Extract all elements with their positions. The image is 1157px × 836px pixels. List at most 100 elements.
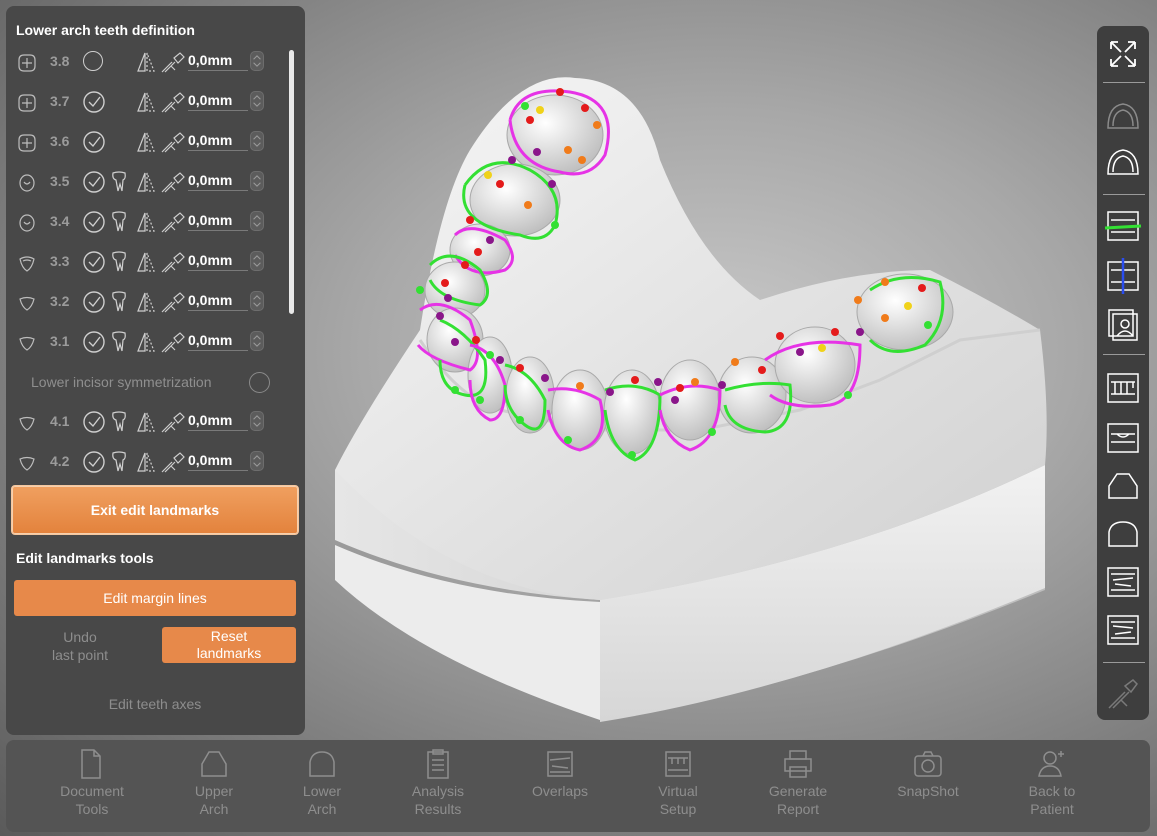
tooth-row[interactable]: 3.1 0,0mm: [6, 324, 286, 360]
offset-stepper[interactable]: [250, 171, 264, 191]
reset-label-line2: landmarks: [196, 645, 262, 661]
front-view-icon[interactable]: [1103, 368, 1143, 408]
offset-stepper[interactable]: [250, 331, 264, 351]
dental-tool-icon[interactable]: [160, 210, 186, 234]
check-circle-icon[interactable]: [83, 251, 105, 273]
tooth-root-icon[interactable]: [110, 170, 128, 194]
dental-tool-icon[interactable]: [160, 450, 186, 474]
tooth-offset-input[interactable]: 0,0mm: [188, 252, 248, 271]
offset-stepper[interactable]: [250, 51, 264, 71]
check-circle-icon[interactable]: [83, 291, 105, 313]
edit-teeth-axes-button[interactable]: Edit teeth axes: [6, 696, 304, 712]
check-circle-icon[interactable]: [83, 451, 105, 473]
mirror-icon[interactable]: [135, 130, 157, 154]
tooth-row[interactable]: 3.2 0,0mm: [6, 284, 286, 320]
tooth-number: 4.1: [50, 413, 70, 429]
exit-edit-landmarks-button[interactable]: Exit edit landmarks: [11, 485, 299, 535]
panel-scrollbar[interactable]: [289, 50, 294, 314]
check-circle-icon[interactable]: [83, 331, 105, 353]
undo-last-point-button[interactable]: Undo last point: [44, 628, 116, 664]
tooth-root-icon[interactable]: [110, 330, 128, 354]
mirror-icon[interactable]: [135, 290, 157, 314]
dental-tool-icon[interactable]: [160, 90, 186, 114]
lower-outline-icon[interactable]: [1103, 516, 1143, 556]
check-circle-icon[interactable]: [83, 411, 105, 433]
offset-stepper[interactable]: [250, 451, 264, 471]
midline-icon[interactable]: [1103, 256, 1143, 296]
dental-tool-icon[interactable]: [160, 130, 186, 154]
tooth-row[interactable]: 3.3 0,0mm: [6, 244, 286, 280]
reset-landmarks-button[interactable]: Reset landmarks: [162, 627, 296, 663]
offset-stepper[interactable]: [250, 291, 264, 311]
tooth-row[interactable]: 3.4 0,0mm: [6, 204, 286, 240]
tooth-offset-input[interactable]: 0,0mm: [188, 52, 248, 71]
tooth-root-icon[interactable]: [110, 210, 128, 234]
dental-tool-icon[interactable]: [160, 410, 186, 434]
upper-outline-icon[interactable]: [1103, 468, 1143, 508]
check-circle-icon[interactable]: [83, 211, 105, 233]
lower-arch-view-icon[interactable]: [1103, 142, 1143, 182]
tooth-row[interactable]: 3.6 0,0mm: [6, 124, 286, 160]
check-circle-icon[interactable]: [83, 171, 105, 193]
bottom-nav-item[interactable]: Generate Report: [743, 748, 853, 818]
tooth-offset-input[interactable]: 0,0mm: [188, 92, 248, 111]
mirror-icon[interactable]: [135, 170, 157, 194]
tooth-row[interactable]: 3.5 0,0mm: [6, 164, 286, 200]
edit-margin-lines-button[interactable]: Edit margin lines: [14, 580, 296, 616]
mirror-icon[interactable]: [135, 210, 157, 234]
offset-stepper[interactable]: [250, 131, 264, 151]
tooth-root-icon[interactable]: [110, 410, 128, 434]
mirror-icon[interactable]: [135, 330, 157, 354]
mirror-icon[interactable]: [135, 410, 157, 434]
tooth-offset-input[interactable]: 0,0mm: [188, 452, 248, 471]
bottom-nav-item[interactable]: Analysis Results: [383, 748, 493, 818]
tooth-offset-input[interactable]: 0,0mm: [188, 292, 248, 311]
empty-circle-icon[interactable]: [83, 51, 103, 71]
photos-icon[interactable]: [1103, 304, 1143, 344]
tooth-offset-input[interactable]: 0,0mm: [188, 172, 248, 191]
bottom-nav-item[interactable]: Document Tools: [37, 748, 147, 818]
mirror-icon[interactable]: [135, 450, 157, 474]
offset-stepper[interactable]: [250, 211, 264, 231]
3d-viewport[interactable]: [320, 60, 1090, 730]
tooth-offset-input[interactable]: 0,0mm: [188, 132, 248, 151]
tooth-row[interactable]: 3.7 0,0mm: [6, 84, 286, 120]
offset-stepper[interactable]: [250, 91, 264, 111]
right-side-view-icon[interactable]: [1103, 610, 1143, 650]
tooth-root-icon[interactable]: [110, 290, 128, 314]
tooth-offset-input[interactable]: 0,0mm: [188, 212, 248, 231]
offset-stepper[interactable]: [250, 411, 264, 431]
dental-tool-icon[interactable]: [160, 170, 186, 194]
dental-tool-icon[interactable]: [160, 50, 186, 74]
bottom-nav-item[interactable]: Back to Patient: [997, 748, 1107, 818]
tooth-row[interactable]: 4.1 0,0mm: [6, 404, 286, 440]
upper-arch-view-icon[interactable]: [1103, 96, 1143, 136]
tooth-offset-input[interactable]: 0,0mm: [188, 412, 248, 431]
dental-tool-icon[interactable]: [160, 290, 186, 314]
bottom-nav-item[interactable]: Virtual Setup: [623, 748, 733, 818]
bite-view-icon[interactable]: [1103, 418, 1143, 458]
mirror-icon[interactable]: [135, 90, 157, 114]
tooth-row[interactable]: 3.8 0,0mm: [6, 44, 286, 80]
occlusal-plane-icon[interactable]: [1103, 206, 1143, 246]
check-circle-icon[interactable]: [83, 91, 105, 113]
tooth-offset-input[interactable]: 0,0mm: [188, 332, 248, 351]
toolbar-separator: [1103, 354, 1145, 355]
tooth-root-icon[interactable]: [110, 450, 128, 474]
left-side-view-icon[interactable]: [1103, 562, 1143, 602]
check-circle-icon[interactable]: [83, 131, 105, 153]
measure-tool-icon[interactable]: [1103, 674, 1143, 714]
tooth-root-icon[interactable]: [110, 250, 128, 274]
bottom-nav-item[interactable]: Overlaps: [505, 748, 615, 800]
fullscreen-icon[interactable]: [1103, 34, 1143, 74]
mirror-icon[interactable]: [135, 250, 157, 274]
bottom-nav-item[interactable]: SnapShot: [873, 748, 983, 800]
symmetrization-toggle[interactable]: [249, 372, 270, 393]
dental-tool-icon[interactable]: [160, 330, 186, 354]
dental-tool-icon[interactable]: [160, 250, 186, 274]
mirror-icon[interactable]: [135, 50, 157, 74]
bottom-nav-item[interactable]: Lower Arch: [267, 748, 377, 818]
offset-stepper[interactable]: [250, 251, 264, 271]
bottom-nav-item[interactable]: Upper Arch: [159, 748, 269, 818]
tooth-row[interactable]: 4.2 0,0mm: [6, 444, 286, 480]
